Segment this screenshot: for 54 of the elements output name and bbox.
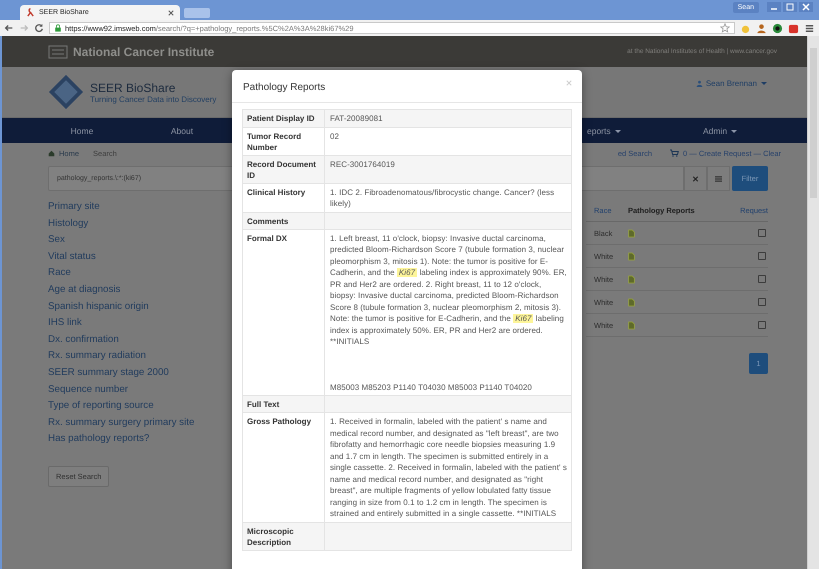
field-value: M85003 M85203 P1140 T04030 M85003 P1140 T04020 bbox=[330, 382, 533, 393]
lock-icon bbox=[54, 24, 62, 32]
diamond-logo-icon bbox=[48, 74, 84, 110]
modal-title: Pathology Reports bbox=[243, 82, 326, 92]
back-icon[interactable] bbox=[4, 23, 14, 33]
scrollbar[interactable] bbox=[807, 36, 819, 569]
maximize-icon[interactable] bbox=[783, 2, 797, 12]
close-icon[interactable] bbox=[168, 10, 174, 16]
person-icon bbox=[696, 80, 703, 87]
clear-button[interactable] bbox=[684, 166, 707, 191]
close-icon[interactable] bbox=[799, 2, 813, 12]
request-checkbox[interactable] bbox=[758, 229, 766, 237]
site-title[interactable]: SEER BioShare bbox=[90, 80, 216, 94]
ribbon-icon bbox=[26, 8, 35, 17]
request-checkbox[interactable] bbox=[758, 321, 766, 329]
logo-icon bbox=[48, 44, 68, 58]
field-label: Patient Display ID bbox=[243, 110, 325, 126]
field-label: Microscopic Description bbox=[243, 522, 325, 550]
field-label: Full Text bbox=[243, 396, 325, 412]
nci-title[interactable]: National Cancer Institute bbox=[73, 44, 214, 58]
field-value: 1. IDC 2. Fibroadenomatous/fibrocystic change. Cancer? (less likely) bbox=[330, 186, 556, 210]
nav-menu[interactable]: eports bbox=[525, 126, 655, 136]
field-value: FAT-20089081 bbox=[330, 113, 384, 124]
home-icon bbox=[48, 150, 55, 156]
field-value: 1. Left breast, 11 o'clock, biopsy: Invasive ductal carcinoma, predicted Bloom-Richardson Score 7 (tubule formation 3, nuclear pleomorphism 3, mitosis 1). Note: the tumor is positive for E-Cadherin, and the Ki67 labeling index is approximately 90%. ER, PR and Her2 are ordered. 2. Right breast, 11 to 12 o'clock, biopsy: Invasive ductal carcinoma, predicted Bloom-Richardson Score 8 (tubule formation 3, nuclear pleomorphism 2, mitosis 3). Note: the tumor is positive for E-Cadherin, and the Ki67 labeling index is approximately 50%. ER, PR and Her2 are ordered. **INITIALS bbox=[330, 232, 568, 348]
document-icon[interactable] bbox=[628, 274, 635, 284]
field-value: 1. Received in formalin, labeled with the patient' s name and medical record number, and designated as "left breast", are two fibrofatty and hemorrhagic core needle biopsies measuring 1.9 and 1.7 cm in length. The specimen is submitted entirely in a single cassette. 2. Received in formalin, labeled with the patient' s name and medical record number, and designated as "right breast", are multiple fragments of yellow lobulated fatty tissue ranging in size from 0.1 to 1.2 cm in length. The specimen is strained and entirely submitted in a single cassette. **INITIALS bbox=[330, 416, 568, 520]
close-icon bbox=[692, 176, 699, 182]
document-icon[interactable] bbox=[628, 320, 635, 330]
nav-menu[interactable]: Admin bbox=[655, 126, 785, 136]
field-label: Record Document ID bbox=[243, 156, 325, 182]
list-icon bbox=[715, 176, 722, 182]
request-checkbox[interactable] bbox=[758, 298, 766, 306]
list-view-button[interactable] bbox=[707, 166, 730, 191]
nav-link[interactable]: About bbox=[132, 126, 232, 136]
document-icon[interactable] bbox=[628, 298, 635, 306]
field-value: 02 bbox=[330, 130, 340, 142]
field-value: REC-3001764019 bbox=[330, 158, 396, 170]
extension-icon[interactable] bbox=[772, 22, 783, 34]
reload-icon[interactable] bbox=[34, 23, 44, 33]
document-icon[interactable] bbox=[628, 252, 635, 260]
site-subtitle: Turning Cancer Data into Discovery bbox=[90, 94, 216, 104]
forward-icon[interactable] bbox=[19, 23, 29, 33]
document-icon[interactable] bbox=[628, 228, 635, 238]
request-checkbox[interactable] bbox=[758, 252, 766, 260]
person-icon[interactable] bbox=[756, 22, 767, 34]
field-label: Comments bbox=[243, 212, 325, 228]
minimize-icon[interactable] bbox=[767, 2, 781, 12]
cart-icon bbox=[670, 149, 680, 157]
nav-link[interactable]: Home bbox=[32, 126, 132, 136]
request-checkbox[interactable] bbox=[758, 275, 766, 283]
star-icon[interactable] bbox=[720, 23, 730, 33]
user-menu[interactable]: Sean Brennan bbox=[696, 79, 767, 88]
menu-icon[interactable] bbox=[804, 22, 815, 34]
